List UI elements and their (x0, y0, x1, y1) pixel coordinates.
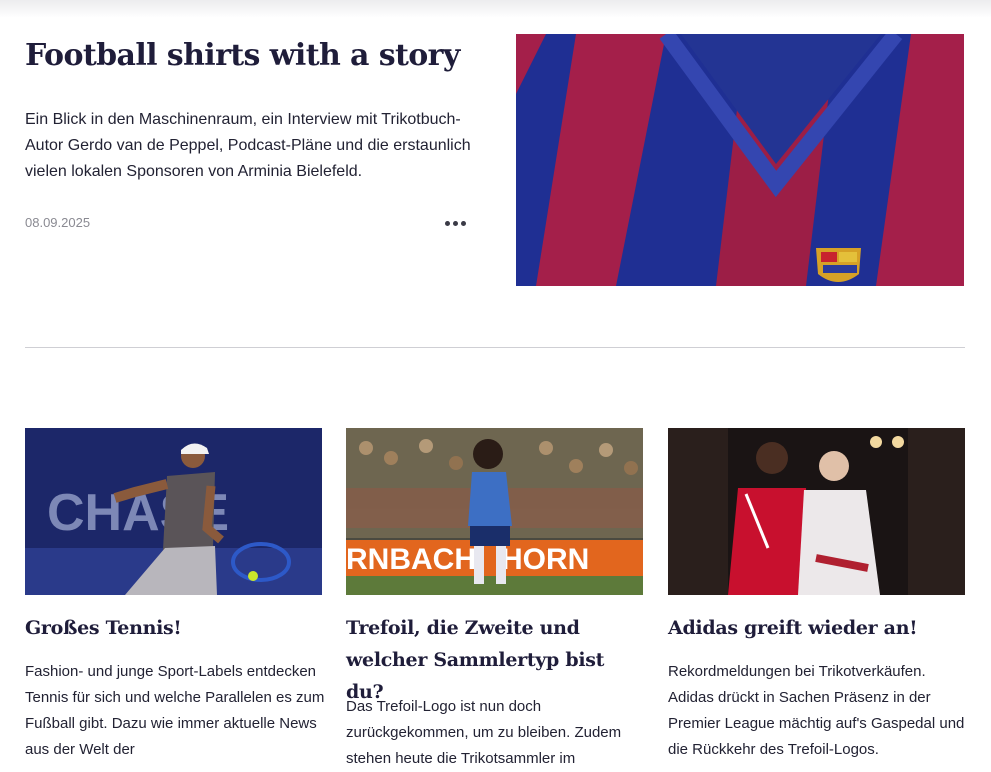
tennis-player-photo: CHASE (25, 428, 322, 595)
football-player-photo: RNBACH HORN (346, 428, 643, 595)
feature-image[interactable] (516, 34, 964, 286)
card-text: Fashion- und junge Sport-Labels entdecke… (25, 663, 325, 758)
card-title[interactable]: Großes Tennis! (25, 612, 325, 644)
card-title[interactable]: Adidas greift wieder an! (668, 612, 968, 644)
crest-icon (816, 248, 861, 282)
card-text: Das Trefoil-Logo ist nun doch zurückgeko… (346, 698, 622, 767)
card-image-trefoil[interactable]: RNBACH HORN (346, 428, 643, 595)
feature-date: 08.09.2025 (25, 215, 91, 230)
dot-icon (460, 220, 466, 226)
banner-text: RNBACH HORN (346, 543, 589, 576)
dot-icon (452, 220, 458, 226)
dot-icon (444, 220, 450, 226)
liverpool-kit-photo (668, 428, 965, 595)
feature-teaser: Ein Blick in den Maschinenraum, ein Inte… (25, 111, 471, 180)
card-image-adidas[interactable] (668, 428, 965, 595)
top-shadow (0, 0, 991, 18)
section-divider (25, 347, 965, 348)
card-text: Rekordmeldungen bei Trikotverkäufen. Adi… (668, 663, 965, 758)
barcelona-shirt-photo (516, 34, 964, 286)
feature-title[interactable]: Football shirts with a story (25, 34, 460, 78)
card-image-tennis[interactable]: CHASE (25, 428, 322, 595)
more-options-button[interactable] (441, 212, 469, 234)
